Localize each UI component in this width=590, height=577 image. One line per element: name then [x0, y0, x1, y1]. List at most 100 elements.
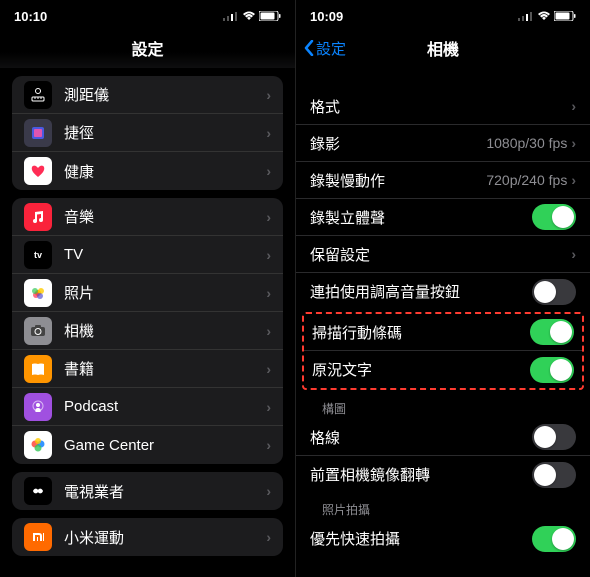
status-indicators — [223, 11, 281, 21]
row-label: 音樂 — [64, 206, 266, 227]
settings-row-heart[interactable]: 健康› — [12, 152, 283, 190]
wifi-icon — [537, 11, 551, 21]
row-label: Podcast — [64, 398, 266, 415]
gamecenter-icon — [24, 431, 52, 459]
row-label: 保留設定 — [310, 244, 571, 265]
row-label: 相機 — [64, 320, 266, 341]
row-label: 錄製慢動作 — [310, 170, 486, 191]
row-label: 測距儀 — [64, 84, 266, 105]
row-value: 1080p/30 fps — [486, 135, 567, 151]
back-button[interactable]: 設定 — [304, 38, 346, 59]
toggle-switch[interactable] — [532, 424, 576, 450]
camera-row[interactable]: 錄製慢動作720p/240 fps› — [296, 162, 590, 199]
chevron-right-icon: › — [266, 163, 271, 179]
settings-row-shortcuts[interactable]: 捷徑› — [12, 114, 283, 152]
settings-content[interactable]: 測距儀›捷徑›健康› 音樂›tvTV›照片›相機›書籍›Podcast›Game… — [0, 68, 295, 577]
settings-row-music[interactable]: 音樂› — [12, 198, 283, 236]
chevron-right-icon: › — [266, 285, 271, 301]
wifi-icon — [242, 11, 256, 21]
chevron-right-icon: › — [571, 246, 576, 262]
chevron-right-icon: › — [266, 247, 271, 263]
nav-title: 相機 — [427, 36, 459, 60]
toggle-switch[interactable] — [532, 204, 576, 230]
svg-text:tv: tv — [34, 250, 42, 260]
camera-row: 格線 — [296, 419, 590, 456]
heart-icon — [24, 157, 52, 185]
row-label: 掃描行動條碼 — [312, 322, 530, 343]
camera-row: 原況文字 — [304, 351, 582, 388]
toggle-switch[interactable] — [532, 462, 576, 488]
chevron-right-icon: › — [266, 437, 271, 453]
xiaomi-icon — [24, 523, 52, 551]
battery-icon — [554, 11, 576, 21]
row-label: 前置相機鏡像翻轉 — [310, 464, 532, 485]
row-label: 錄製立體聲 — [310, 207, 532, 228]
row-label: TV — [64, 246, 266, 263]
tv-icon: tv — [24, 241, 52, 269]
settings-row-podcast[interactable]: Podcast› — [12, 388, 283, 426]
toggle-switch[interactable] — [530, 357, 574, 383]
settings-row-gamecenter[interactable]: Game Center› — [12, 426, 283, 464]
settings-row-xiaomi[interactable]: 小米運動› — [12, 518, 283, 556]
status-indicators — [518, 11, 576, 21]
toggle-switch[interactable] — [532, 526, 576, 552]
row-value: 720p/240 fps — [486, 172, 567, 188]
camera-row[interactable]: 格式› — [296, 88, 590, 125]
settings-group-2: 音樂›tvTV›照片›相機›書籍›Podcast›Game Center› — [12, 198, 283, 464]
chevron-right-icon: › — [266, 87, 271, 103]
camera-settings-screen: 10:09 設定 相機 格式›錄影1080p/30 fps›錄製慢動作720p/… — [295, 0, 590, 577]
row-label: 照片 — [64, 282, 266, 303]
back-label: 設定 — [316, 38, 346, 59]
camera-icon — [24, 317, 52, 345]
settings-row-ruler[interactable]: 測距儀› — [12, 76, 283, 114]
camera-row: 掃描行動條碼 — [304, 314, 582, 351]
camera-content[interactable]: 格式›錄影1080p/30 fps›錄製慢動作720p/240 fps›錄製立體… — [296, 68, 590, 577]
settings-row-books[interactable]: 書籍› — [12, 350, 283, 388]
settings-row-camera[interactable]: 相機› — [12, 312, 283, 350]
nav-title: 設定 — [131, 36, 163, 60]
nav-bar: 設定 相機 — [296, 28, 590, 68]
camera-row[interactable]: 錄影1080p/30 fps› — [296, 125, 590, 162]
chevron-right-icon: › — [266, 361, 271, 377]
settings-row-tv[interactable]: tv TV› — [12, 236, 283, 274]
chevron-right-icon: › — [266, 125, 271, 141]
row-label: 優先快速拍攝 — [310, 528, 532, 549]
section-header-photo: 照片拍攝 — [296, 493, 590, 520]
row-label: 電視業者 — [64, 481, 266, 502]
status-bar: 10:10 — [0, 0, 295, 28]
settings-group-4: 小米運動› — [12, 518, 283, 556]
highlighted-section: 掃描行動條碼原況文字 — [302, 312, 584, 390]
row-label: 捷徑 — [64, 122, 266, 143]
chevron-right-icon: › — [571, 98, 576, 114]
signal-icon — [223, 11, 239, 21]
chevron-right-icon: › — [571, 172, 576, 188]
music-icon — [24, 203, 52, 231]
status-time: 10:09 — [310, 9, 343, 24]
settings-row-tvprovider[interactable]: 電視業者› — [12, 472, 283, 510]
settings-group-3: 電視業者› — [12, 472, 283, 510]
section-header-composition: 構圖 — [296, 392, 590, 419]
signal-icon — [518, 11, 534, 21]
books-icon — [24, 355, 52, 383]
settings-screen: 10:10 設定 測距儀›捷徑›健康› 音樂›tvTV›照片›相機›書籍›Pod… — [0, 0, 295, 577]
tvprovider-icon — [24, 477, 52, 505]
settings-row-photos[interactable]: 照片› — [12, 274, 283, 312]
nav-bar: 設定 — [0, 28, 295, 68]
shortcuts-icon — [24, 119, 52, 147]
photos-icon — [24, 279, 52, 307]
camera-row: 錄製立體聲 — [296, 199, 590, 236]
chevron-right-icon: › — [266, 323, 271, 339]
camera-row[interactable]: 保留設定› — [296, 236, 590, 273]
toggle-switch[interactable] — [530, 319, 574, 345]
toggle-switch[interactable] — [532, 279, 576, 305]
chevron-right-icon: › — [266, 529, 271, 545]
chevron-left-icon — [304, 40, 314, 56]
chevron-right-icon: › — [266, 483, 271, 499]
battery-icon — [259, 11, 281, 21]
row-label: Game Center — [64, 437, 266, 454]
camera-row: 優先快速拍攝 — [296, 520, 590, 557]
settings-group-1: 測距儀›捷徑›健康› — [12, 76, 283, 190]
row-label: 書籍 — [64, 358, 266, 379]
row-label: 原況文字 — [312, 359, 530, 380]
chevron-right-icon: › — [266, 209, 271, 225]
